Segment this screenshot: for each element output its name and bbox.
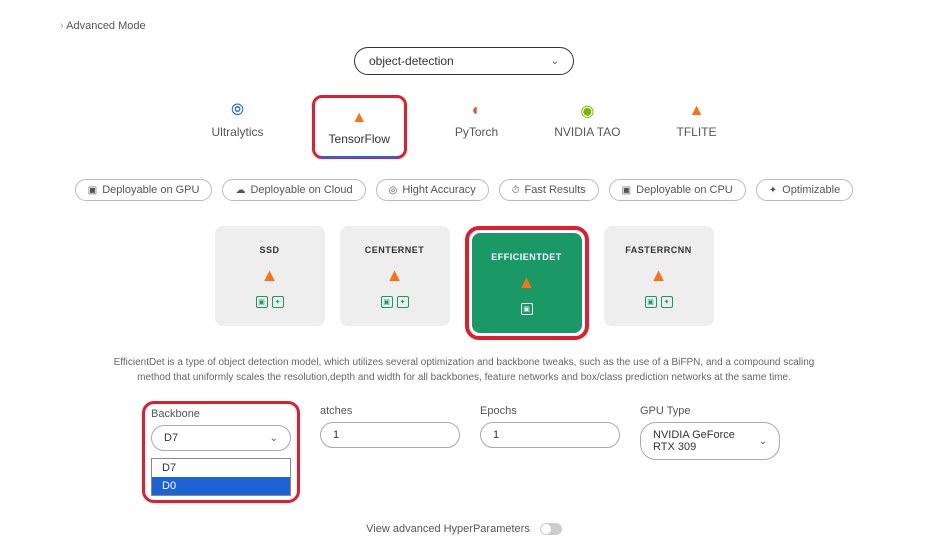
pytorch-icon: ◐ — [467, 101, 487, 121]
param-epochs: Epochs 1 — [480, 405, 620, 448]
gpu-badge-icon: ▣ — [381, 296, 393, 308]
dropdown-option-d0[interactable]: D0 — [152, 477, 290, 495]
card-badges: ▣ — [521, 303, 533, 315]
tensorflow-icon: ▲ — [261, 265, 279, 286]
card-fasterrcnn[interactable]: FASTERRCNN ▲ ▣✦ — [604, 226, 714, 326]
tensorflow-icon: ▲ — [650, 265, 668, 286]
tab-label: TensorFlow — [329, 132, 390, 146]
card-efficientdet[interactable]: EFFICIENTDET ▲ ▣ — [472, 233, 582, 333]
card-badges: ▣✦ — [645, 296, 673, 308]
epochs-value: 1 — [493, 429, 499, 441]
chip-label: Deployable on Cloud — [250, 184, 352, 196]
tflite-icon: ▲ — [686, 101, 706, 121]
gpu-badge-icon: ▣ — [256, 296, 268, 308]
param-label: Backbone — [151, 408, 291, 420]
cloud-icon: ☁ — [235, 185, 245, 196]
epochs-input[interactable]: 1 — [480, 422, 620, 448]
chip-deployable-gpu[interactable]: ▣ Deployable on GPU — [75, 179, 213, 201]
chip-optimizable[interactable]: ✦ Optimizable — [756, 179, 853, 201]
card-title: CENTERNET — [365, 245, 425, 255]
chevron-down-icon: ⌄ — [759, 436, 767, 447]
batches-value: 1 — [333, 429, 339, 441]
tab-label: TFLITE — [676, 125, 716, 139]
backbone-value: D7 — [164, 432, 178, 444]
tab-tensorflow[interactable]: ▲ TensorFlow — [321, 102, 398, 152]
breadcrumb[interactable]: Advanced Mode — [60, 20, 868, 32]
tab-ultralytics[interactable]: ⦾ Ultralytics — [204, 95, 272, 159]
tab-tflite[interactable]: ▲ TFLITE — [668, 95, 724, 159]
param-label: GPU Type — [640, 405, 780, 417]
optimize-badge-icon: ✦ — [397, 296, 409, 308]
gpu-icon: ▣ — [88, 185, 97, 196]
task-select-value: object-detection — [369, 54, 454, 68]
backbone-dropdown: D7 D0 — [151, 458, 291, 496]
chip-deployable-cpu[interactable]: ▣ Deployable on CPU — [609, 179, 746, 201]
clock-icon: ⏱ — [512, 185, 520, 196]
backbone-select[interactable]: D7 ⌄ — [151, 425, 291, 451]
ultralytics-icon: ⦾ — [228, 101, 248, 121]
tensorflow-icon: ▲ — [518, 272, 536, 293]
card-ssd[interactable]: SSD ▲ ▣✦ — [215, 226, 325, 326]
tab-label: Ultralytics — [212, 125, 264, 139]
chip-label: Hight Accuracy — [402, 184, 475, 196]
card-title: EFFICIENTDET — [491, 252, 562, 262]
card-centernet[interactable]: CENTERNET ▲ ▣✦ — [340, 226, 450, 326]
chip-deployable-cloud[interactable]: ☁ Deployable on Cloud — [222, 179, 365, 201]
param-label: atches — [320, 405, 460, 417]
advanced-hp-toggle[interactable] — [540, 523, 562, 535]
chip-label: Deployable on GPU — [102, 184, 199, 196]
param-gpu-type: GPU Type NVIDIA GeForce RTX 309 ⌄ — [640, 405, 780, 460]
optimize-badge-icon: ✦ — [272, 296, 284, 308]
task-select[interactable]: object-detection ⌄ — [354, 47, 574, 75]
card-badges: ▣✦ — [381, 296, 409, 308]
chevron-down-icon: ⌄ — [270, 433, 278, 444]
gpu-value: NVIDIA GeForce RTX 309 — [653, 429, 759, 453]
model-cards: SSD ▲ ▣✦ CENTERNET ▲ ▣✦ EFFICIENTDET ▲ ▣… — [60, 226, 868, 340]
card-title: FASTERRCNN — [625, 245, 692, 255]
tab-pytorch[interactable]: ◐ PyTorch — [447, 95, 506, 159]
chip-fast-results[interactable]: ⏱ Fast Results — [499, 179, 599, 201]
nvidia-icon: ◉ — [577, 101, 597, 121]
optimize-icon: ✦ — [769, 185, 777, 196]
param-batches: atches 1 — [320, 405, 460, 448]
tensorflow-icon: ▲ — [349, 108, 369, 128]
chip-high-accuracy[interactable]: ◎ Hight Accuracy — [376, 179, 489, 201]
hyperparameters-row: Backbone D7 ⌄ D7 D0 atches 1 Epochs 1 GP… — [60, 405, 868, 503]
card-badges: ▣✦ — [256, 296, 284, 308]
filter-chips: ▣Deployable on GPU ☁Deployable on Cloud … — [60, 179, 868, 201]
gpu-badge-icon: ▣ — [521, 303, 533, 315]
model-description: EfficientDet is a type of object detecti… — [104, 355, 824, 385]
chip-label: Fast Results — [525, 184, 586, 196]
chip-label: Optimizable — [782, 184, 840, 196]
card-title: SSD — [259, 245, 279, 255]
chevron-down-icon: ⌄ — [551, 56, 559, 67]
target-icon: ◎ — [389, 185, 398, 196]
batches-input[interactable]: 1 — [320, 422, 460, 448]
optimize-badge-icon: ✦ — [661, 296, 673, 308]
param-label: Epochs — [480, 405, 620, 417]
cpu-icon: ▣ — [622, 185, 631, 196]
tab-nvidia-tao[interactable]: ◉ NVIDIA TAO — [546, 95, 628, 159]
param-backbone: Backbone D7 ⌄ D7 D0 — [151, 408, 291, 496]
tab-label: PyTorch — [455, 125, 498, 139]
dropdown-option-d7[interactable]: D7 — [152, 459, 290, 477]
tab-label: NVIDIA TAO — [554, 125, 620, 139]
framework-tabs: ⦾ Ultralytics ▲ TensorFlow ◐ PyTorch ◉ N… — [60, 95, 868, 159]
chip-label: Deployable on CPU — [636, 184, 733, 196]
tensorflow-icon: ▲ — [386, 265, 404, 286]
gpu-select[interactable]: NVIDIA GeForce RTX 309 ⌄ — [640, 422, 780, 460]
gpu-badge-icon: ▣ — [645, 296, 657, 308]
advanced-hp-label: View advanced HyperParameters — [366, 523, 530, 535]
